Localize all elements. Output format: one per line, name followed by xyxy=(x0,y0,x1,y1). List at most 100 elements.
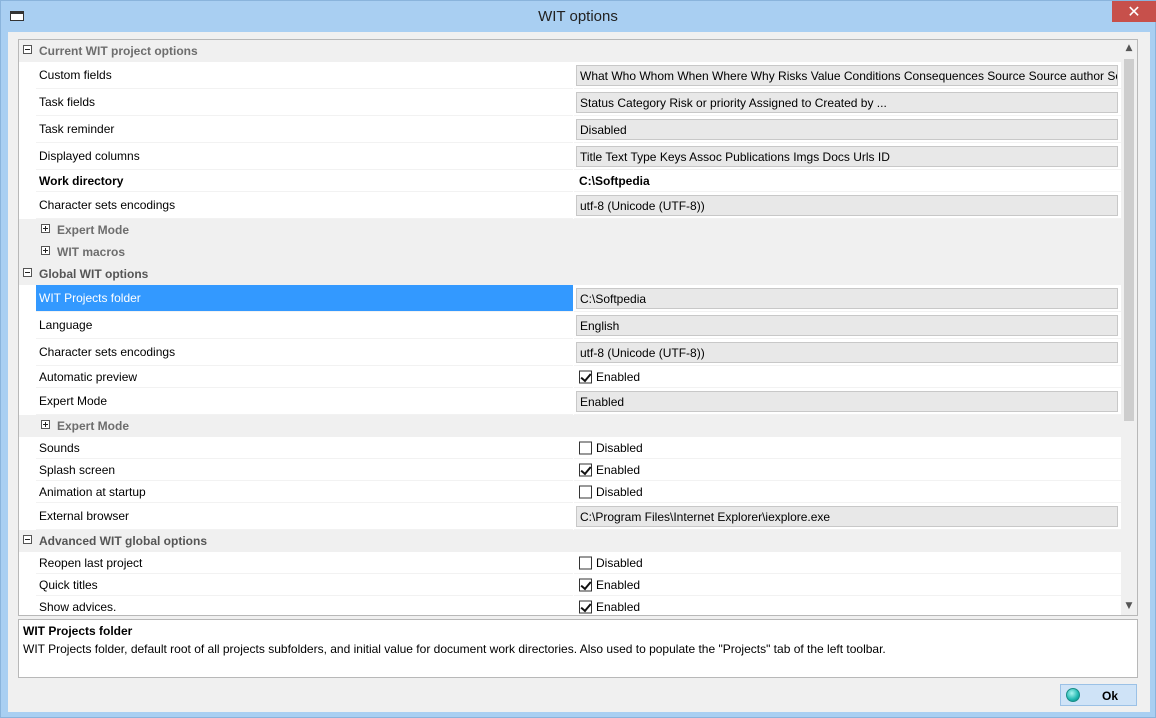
property-row-task-fields[interactable]: Task fields Status Category Risk or prio… xyxy=(19,89,1121,116)
property-row-character-sets-encodings-global[interactable]: Character sets encodings utf-8 (Unicode … xyxy=(19,339,1121,366)
checkbox-label: Enabled xyxy=(596,462,641,477)
property-label: Displayed columns xyxy=(39,149,140,163)
expand-icon[interactable] xyxy=(41,224,50,233)
wit-projects-folder-value[interactable]: C:\Softpedia xyxy=(576,288,1118,309)
property-label: Work directory xyxy=(39,173,124,188)
vertical-scrollbar[interactable]: ▲ ▼ xyxy=(1121,40,1137,615)
displayed-columns-value[interactable]: Title Text Type Keys Assoc Publications … xyxy=(576,146,1118,167)
work-directory-value[interactable]: C:\Softpedia xyxy=(579,174,650,188)
property-row-reopen-last-project[interactable]: Reopen last project Disabled xyxy=(19,552,1121,574)
property-value: Title Text Type Keys Assoc Publications … xyxy=(580,149,890,164)
checkbox-label: Disabled xyxy=(596,440,643,455)
scrollbar-thumb[interactable] xyxy=(1124,59,1134,421)
collapse-icon[interactable] xyxy=(23,45,32,54)
scroll-up-icon[interactable]: ▲ xyxy=(1121,40,1137,57)
category-label: Current WIT project options xyxy=(39,44,198,58)
subcategory-expert-mode[interactable]: Expert Mode xyxy=(19,219,1121,241)
property-value-cell[interactable]: Enabled xyxy=(574,388,1121,415)
reopen-last-project-checkbox[interactable] xyxy=(579,556,592,569)
property-value-cell[interactable]: C:\Softpedia xyxy=(574,285,1121,312)
property-value-cell[interactable]: Enabled xyxy=(574,366,1121,388)
property-row-external-browser[interactable]: External browser C:\Program Files\Intern… xyxy=(19,503,1121,530)
options-window: WIT options ✕ Current WIT project option… xyxy=(0,0,1156,718)
subcategory-expert-mode-global[interactable]: Expert Mode xyxy=(19,415,1121,437)
property-value: utf-8 (Unicode (UTF-8)) xyxy=(580,345,705,360)
property-value-cell[interactable]: What Who Whom When Where Why Risks Value… xyxy=(574,62,1121,89)
property-row-displayed-columns[interactable]: Displayed columns Title Text Type Keys A… xyxy=(19,143,1121,170)
character-sets-encodings-global-value[interactable]: utf-8 (Unicode (UTF-8)) xyxy=(576,342,1118,363)
property-value-cell[interactable]: utf-8 (Unicode (UTF-8)) xyxy=(574,192,1121,219)
property-label: Character sets encodings xyxy=(39,345,176,359)
property-label-cell: Sounds xyxy=(36,437,573,459)
property-value: Disabled xyxy=(580,122,627,137)
property-value-cell[interactable]: Disabled xyxy=(574,552,1121,574)
custom-fields-value[interactable]: What Who Whom When Where Why Risks Value… xyxy=(576,65,1118,86)
property-row-splash-screen[interactable]: Splash screen Enabled xyxy=(19,459,1121,481)
property-row-wit-projects-folder[interactable]: WIT Projects folder C:\Softpedia xyxy=(19,285,1121,312)
property-row-character-sets-encodings[interactable]: Character sets encodings utf-8 (Unicode … xyxy=(19,192,1121,219)
splash-screen-checkbox[interactable] xyxy=(579,463,592,476)
property-label-cell: Show advices. xyxy=(36,596,573,615)
ok-button[interactable]: Ok xyxy=(1060,684,1137,706)
close-button[interactable]: ✕ xyxy=(1112,1,1156,22)
property-value-cell[interactable]: Title Text Type Keys Assoc Publications … xyxy=(574,143,1121,170)
property-value-cell[interactable]: Disabled xyxy=(574,437,1121,459)
category-current-wit-project-options[interactable]: Current WIT project options xyxy=(19,40,1121,62)
property-label-cell: Character sets encodings xyxy=(36,192,573,219)
show-advices-checkbox[interactable] xyxy=(579,600,592,613)
automatic-preview-checkbox[interactable] xyxy=(579,370,592,383)
character-sets-encodings-value[interactable]: utf-8 (Unicode (UTF-8)) xyxy=(576,195,1118,216)
expert-mode-value[interactable]: Enabled xyxy=(576,391,1118,412)
property-value-cell[interactable]: C:\Softpedia xyxy=(574,170,1121,192)
property-value-cell[interactable]: Disabled xyxy=(574,116,1121,143)
property-value-cell[interactable]: English xyxy=(574,312,1121,339)
property-row-custom-fields[interactable]: Custom fields What Who Whom When Where W… xyxy=(19,62,1121,89)
property-row-automatic-preview[interactable]: Automatic preview Enabled xyxy=(19,366,1121,388)
property-value-cell[interactable]: utf-8 (Unicode (UTF-8)) xyxy=(574,339,1121,366)
property-row-language[interactable]: Language English xyxy=(19,312,1121,339)
animation-at-startup-checkbox[interactable] xyxy=(579,485,592,498)
ok-label: Ok xyxy=(1102,689,1119,703)
property-label: Sounds xyxy=(39,440,80,455)
property-label-cell: Task fields xyxy=(36,89,573,116)
property-row-work-directory[interactable]: Work directory C:\Softpedia xyxy=(19,170,1121,192)
property-grid: Current WIT project options Custom field… xyxy=(18,39,1138,616)
property-label: Splash screen xyxy=(39,462,116,477)
property-row-task-reminder[interactable]: Task reminder Disabled xyxy=(19,116,1121,143)
property-value: What Who Whom When Where Why Risks Value… xyxy=(580,68,1118,83)
category-global-wit-options[interactable]: Global WIT options xyxy=(19,263,1121,285)
property-value-cell[interactable]: Enabled xyxy=(574,459,1121,481)
collapse-icon[interactable] xyxy=(23,535,32,544)
property-value-cell[interactable]: Enabled xyxy=(574,574,1121,596)
property-label: Quick titles xyxy=(39,577,98,592)
scroll-down-icon[interactable]: ▼ xyxy=(1121,598,1137,615)
property-row-sounds[interactable]: Sounds Disabled xyxy=(19,437,1121,459)
language-value[interactable]: English xyxy=(576,315,1118,336)
subcategory-wit-macros[interactable]: WIT macros xyxy=(19,241,1121,263)
property-value-cell[interactable]: C:\Program Files\Internet Explorer\iexpl… xyxy=(574,503,1121,530)
quick-titles-checkbox[interactable] xyxy=(579,578,592,591)
property-row-show-advices[interactable]: Show advices. Enabled xyxy=(19,596,1121,615)
property-label: Reopen last project xyxy=(39,555,143,570)
task-reminder-value[interactable]: Disabled xyxy=(576,119,1118,140)
property-row-expert-mode[interactable]: Expert Mode Enabled xyxy=(19,388,1121,415)
property-value-cell[interactable]: Status Category Risk or priority Assigne… xyxy=(574,89,1121,116)
property-value: English xyxy=(580,318,620,333)
property-label-cell: Animation at startup xyxy=(36,481,573,503)
property-label: Task fields xyxy=(39,95,96,109)
property-value: Enabled xyxy=(580,394,625,409)
external-browser-value[interactable]: C:\Program Files\Internet Explorer\iexpl… xyxy=(576,506,1118,527)
expand-icon[interactable] xyxy=(41,246,50,255)
collapse-icon[interactable] xyxy=(23,268,32,277)
property-row-quick-titles[interactable]: Quick titles Enabled xyxy=(19,574,1121,596)
property-label-cell: Expert Mode xyxy=(36,388,573,415)
dialog-client: Current WIT project options Custom field… xyxy=(8,32,1150,712)
sounds-checkbox[interactable] xyxy=(579,441,592,454)
property-row-animation-at-startup[interactable]: Animation at startup Disabled xyxy=(19,481,1121,503)
expand-icon[interactable] xyxy=(41,420,50,429)
property-value-cell[interactable]: Enabled xyxy=(574,596,1121,615)
description-panel: WIT Projects folder WIT Projects folder,… xyxy=(18,619,1138,678)
property-value-cell[interactable]: Disabled xyxy=(574,481,1121,503)
task-fields-value[interactable]: Status Category Risk or priority Assigne… xyxy=(576,92,1118,113)
category-advanced-wit-global-options[interactable]: Advanced WIT global options xyxy=(19,530,1121,552)
